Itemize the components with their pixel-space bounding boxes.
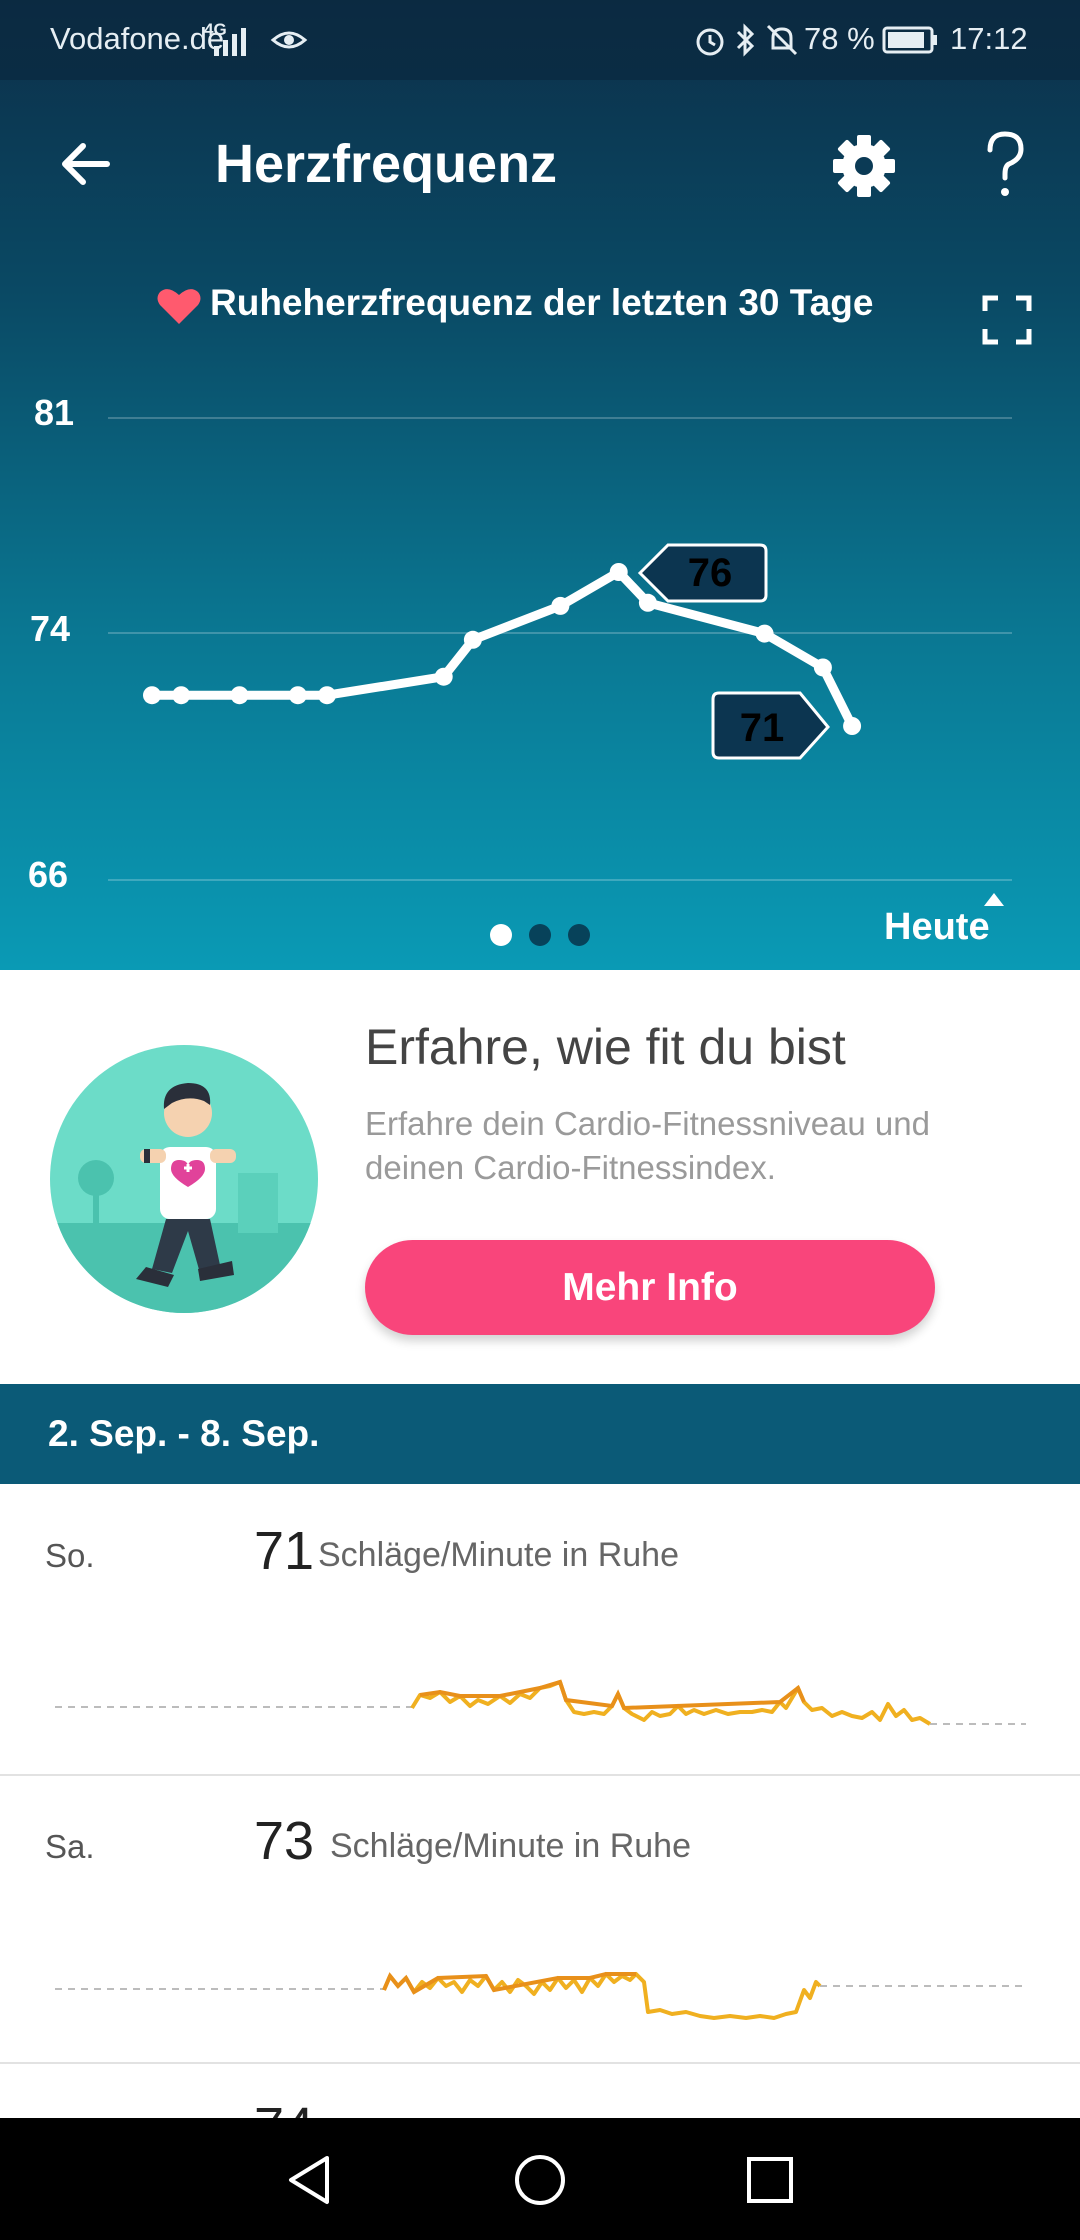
more-info-button[interactable]: Mehr Info (365, 1240, 935, 1335)
promo-description: Erfahre dein Cardio-Fitnessniveau und de… (365, 1105, 930, 1186)
data-point (230, 686, 249, 705)
day-name: So. (45, 1537, 95, 1574)
data-point (755, 624, 774, 643)
data-point (172, 686, 191, 705)
resting-hr-value: 73 (254, 1811, 315, 1871)
day-heart-rate-sparkline (55, 1972, 1026, 2020)
data-point (609, 563, 628, 581)
recents-square-icon[interactable] (744, 2154, 796, 2206)
today-label[interactable]: Heute (884, 906, 990, 949)
day-row-partial[interactable]: 74 (0, 2064, 1080, 2118)
day-heart-rate-sparkline (55, 1679, 1026, 1726)
data-point (813, 658, 832, 677)
data-point (551, 596, 570, 615)
data-point (288, 686, 307, 705)
home-circle-icon[interactable] (512, 2152, 568, 2208)
resting-heart-rate-chart: 76 71 (108, 417, 1012, 881)
resting-hr-value: 74 (254, 2096, 314, 2118)
data-point (143, 686, 161, 705)
resting-hr-unit: Schläge/Minute in Ruhe (330, 1827, 692, 1865)
data-point (638, 593, 657, 612)
resting-hr-value: 71 (254, 1521, 315, 1581)
resting-hr-unit: Schläge/Minute in Ruhe (318, 1536, 680, 1574)
data-point (434, 667, 453, 686)
current-value-label: 71 (740, 706, 785, 750)
fitness-illustration (50, 1045, 318, 1313)
day-name: Sa. (45, 1828, 95, 1865)
pager-dot[interactable] (568, 924, 590, 946)
data-point (843, 717, 862, 735)
pager-dot[interactable] (529, 924, 551, 946)
data-point (318, 686, 337, 705)
week-range-label: 2. Sep. - 8. Sep. (48, 1413, 320, 1454)
system-navigation-bar (0, 2118, 1080, 2240)
promo-title: Erfahre, wie fit du bist (365, 1019, 846, 1075)
data-point (463, 630, 482, 649)
pager-dot-active[interactable] (490, 924, 512, 946)
max-value-label: 76 (688, 551, 733, 595)
max-value-badge: 76 (637, 543, 768, 603)
current-value-badge: 71 (711, 691, 830, 760)
back-triangle-icon[interactable] (283, 2152, 335, 2208)
